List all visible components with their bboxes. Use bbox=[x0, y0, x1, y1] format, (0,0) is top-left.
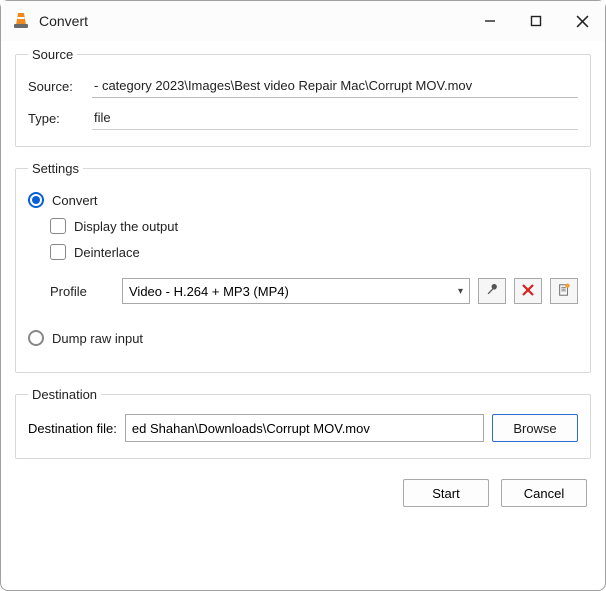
destination-file-input[interactable]: ed Shahan\Downloads\Corrupt MOV.mov bbox=[125, 414, 484, 442]
radio-icon bbox=[28, 330, 44, 346]
cancel-button[interactable]: Cancel bbox=[501, 479, 587, 507]
display-output-checkbox[interactable]: Display the output bbox=[50, 218, 578, 234]
start-button[interactable]: Start bbox=[403, 479, 489, 507]
destination-file-label: Destination file: bbox=[28, 421, 117, 436]
destination-legend: Destination bbox=[28, 387, 101, 402]
maximize-button[interactable] bbox=[513, 1, 559, 41]
destination-group: Destination Destination file: ed Shahan\… bbox=[15, 387, 591, 459]
browse-button[interactable]: Browse bbox=[492, 414, 578, 442]
close-button[interactable] bbox=[559, 1, 605, 41]
minimize-button[interactable] bbox=[467, 1, 513, 41]
checkbox-icon bbox=[50, 244, 66, 260]
display-output-label: Display the output bbox=[74, 219, 178, 234]
type-value: file bbox=[92, 106, 578, 130]
deinterlace-checkbox[interactable]: Deinterlace bbox=[50, 244, 578, 260]
settings-group: Settings Convert Display the output Dein… bbox=[15, 161, 591, 373]
app-icon bbox=[11, 11, 31, 31]
profile-label: Profile bbox=[50, 284, 114, 299]
source-value: - category 2023\Images\Best video Repair… bbox=[92, 74, 578, 98]
source-group: Source Source: - category 2023\Images\Be… bbox=[15, 47, 591, 147]
deinterlace-label: Deinterlace bbox=[74, 245, 140, 260]
window-title: Convert bbox=[39, 13, 467, 29]
checkbox-icon bbox=[50, 218, 66, 234]
radio-icon bbox=[28, 192, 44, 208]
profile-select[interactable]: Video - H.264 + MP3 (MP4) ▾ bbox=[122, 278, 470, 304]
new-profile-button[interactable] bbox=[550, 278, 578, 304]
type-label: Type: bbox=[28, 111, 92, 126]
source-label: Source: bbox=[28, 79, 92, 94]
edit-profile-button[interactable] bbox=[478, 278, 506, 304]
settings-legend: Settings bbox=[28, 161, 83, 176]
window-controls bbox=[467, 1, 605, 41]
delete-x-icon bbox=[522, 284, 534, 299]
delete-profile-button[interactable] bbox=[514, 278, 542, 304]
new-document-icon bbox=[557, 283, 571, 300]
profile-value: Video - H.264 + MP3 (MP4) bbox=[129, 284, 458, 299]
source-legend: Source bbox=[28, 47, 77, 62]
wrench-icon bbox=[485, 283, 499, 300]
convert-radio-label: Convert bbox=[52, 193, 98, 208]
dump-raw-radio[interactable]: Dump raw input bbox=[28, 330, 578, 346]
titlebar: Convert bbox=[1, 1, 605, 41]
dump-raw-label: Dump raw input bbox=[52, 331, 143, 346]
convert-radio[interactable]: Convert bbox=[28, 192, 578, 208]
chevron-down-icon: ▾ bbox=[458, 286, 463, 297]
